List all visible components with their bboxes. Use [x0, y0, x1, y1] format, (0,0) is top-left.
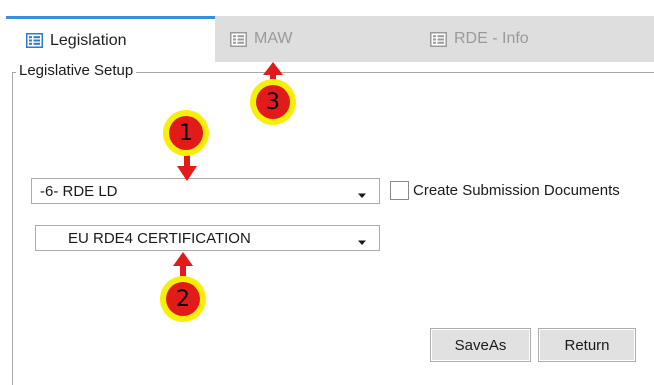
annotation-number: 3	[256, 85, 290, 119]
legislation-select[interactable]: -6- RDE LD	[31, 178, 380, 204]
form-list-icon	[230, 31, 247, 47]
chevron-down-icon	[355, 234, 369, 245]
annotation-callout-1: 1	[163, 110, 209, 156]
tab-maw[interactable]: MAW	[226, 16, 416, 62]
return-button[interactable]: Return	[538, 328, 636, 362]
form-list-icon	[430, 31, 447, 47]
tab-rde-info[interactable]: RDE - Info	[428, 16, 628, 62]
annotation-number: 1	[169, 116, 203, 150]
form-list-icon	[26, 33, 43, 48]
annotation-number: 2	[166, 282, 200, 316]
group-title: Legislative Setup	[16, 62, 137, 80]
create-submission-documents-checkbox[interactable]	[390, 181, 409, 200]
save-as-button[interactable]: SaveAs	[430, 328, 531, 362]
chevron-down-icon	[355, 187, 369, 198]
tab-legislation-label: Legislation	[50, 31, 127, 49]
certification-select[interactable]: EU RDE4 CERTIFICATION	[35, 225, 380, 251]
tab-legislation[interactable]: Legislation	[6, 16, 215, 62]
tab-strip: Legislation MAW RDE - Info	[6, 16, 654, 62]
tab-rde-info-label: RDE - Info	[454, 30, 529, 47]
annotation-callout-2: 2	[160, 276, 206, 322]
annotation-callout-3: 3	[250, 79, 296, 125]
tab-maw-label: MAW	[254, 30, 293, 47]
certification-select-value: EU RDE4 CERTIFICATION	[68, 229, 251, 247]
create-submission-documents-label: Create Submission Documents	[413, 182, 620, 199]
legislation-select-value: -6- RDE LD	[40, 182, 118, 200]
